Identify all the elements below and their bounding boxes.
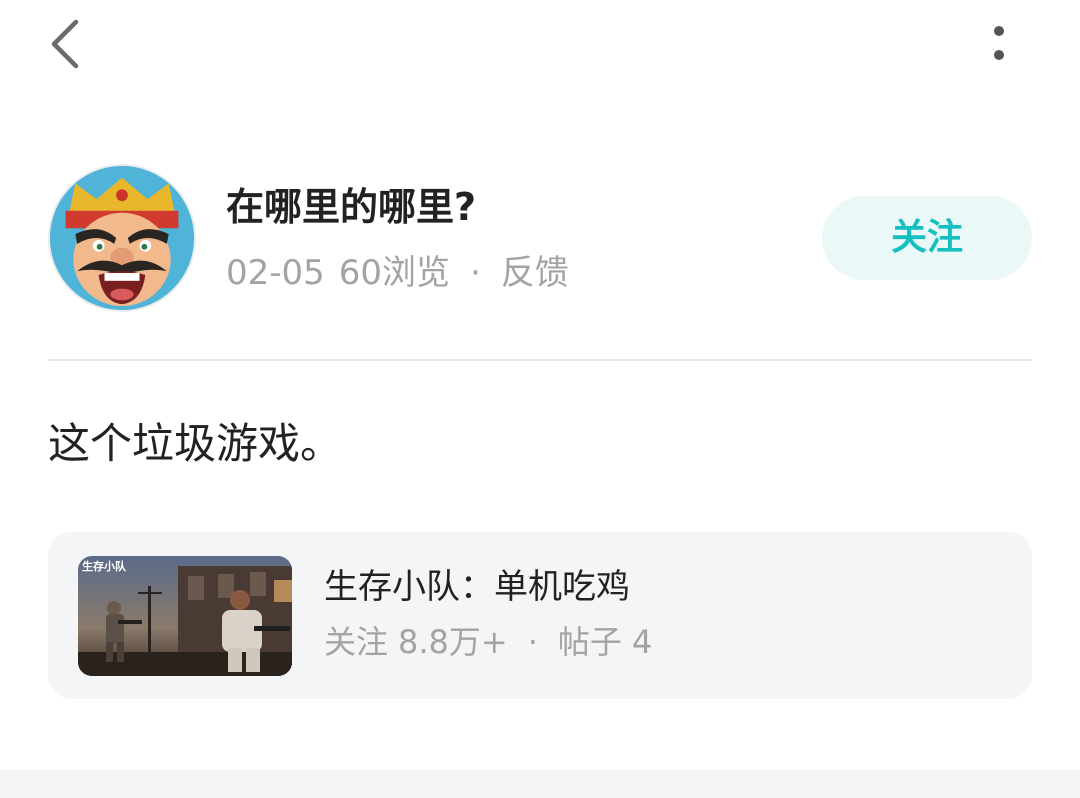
game-posts-label: 帖子 xyxy=(557,623,622,661)
game-logo-text: 生存小队 xyxy=(82,559,127,573)
feedback-link[interactable]: 反馈 xyxy=(501,250,569,296)
chevron-left-icon xyxy=(51,19,79,69)
game-card[interactable]: 生存小队 生存小队：单机吃鸡 关注 8.8万+ · 帖子 4 xyxy=(48,532,1032,699)
meta-separator: · xyxy=(470,253,481,293)
game-thumbnail: 生存小队 xyxy=(78,556,292,676)
divider xyxy=(48,359,1032,361)
game-posts-count: 4 xyxy=(631,623,653,661)
game-follow-count: 8.8万+ xyxy=(398,623,508,661)
post-content: 这个垃圾游戏。 xyxy=(48,419,343,468)
game-title: 生存小队：单机吃鸡 xyxy=(324,567,630,607)
author-name[interactable]: 在哪里的哪里? xyxy=(226,181,476,233)
bottom-section-divider xyxy=(0,770,1080,798)
game-meta: 关注 8.8万+ · 帖子 4 xyxy=(324,620,652,664)
king-character-avatar-icon xyxy=(50,166,194,310)
post-meta: 02-05 60浏览 · 反馈 xyxy=(226,250,569,296)
follow-button[interactable]: 关注 xyxy=(822,196,1032,280)
game-meta-separator: · xyxy=(527,623,538,661)
more-vertical-icon xyxy=(994,26,1004,60)
game-follow-label: 关注 xyxy=(324,623,389,661)
avatar[interactable] xyxy=(48,164,196,312)
view-count: 60浏览 xyxy=(338,253,451,293)
post-date: 02-05 xyxy=(226,253,325,293)
more-options-button[interactable] xyxy=(974,20,1024,70)
game-cover-image: 生存小队 xyxy=(78,556,292,676)
back-button[interactable] xyxy=(38,14,98,74)
